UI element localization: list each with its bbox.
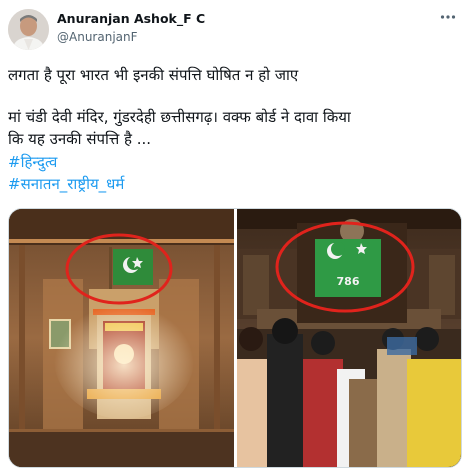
tweet-text-line-2: मां चंडी देवी मंदिर, गुंडरदेही छत्तीसगढ़…: [8, 108, 351, 126]
tweet-header: Anuranjan Ashok_F C @AnuranjanF: [0, 0, 474, 60]
flag-786-text: 786: [337, 275, 360, 288]
hashtag-sanatan[interactable]: #सनातन_राष्ट्रीय_धर्म: [8, 173, 466, 195]
tweet-media[interactable]: 786: [8, 208, 462, 468]
hashtag-hindutva[interactable]: #हिन्दुत्व: [8, 151, 466, 173]
author-handle[interactable]: @AnuranjanF: [57, 30, 138, 44]
temple-interior-photo[interactable]: [9, 209, 234, 467]
temple-crowd-photo[interactable]: 786: [237, 209, 461, 467]
author-name[interactable]: Anuranjan Ashok_F C: [57, 11, 205, 26]
avatar[interactable]: [8, 9, 49, 50]
tweet-text-line-1: लगता है पूरा भारत भी इनकी संपत्ति घोषित …: [8, 66, 299, 84]
more-options-icon[interactable]: [436, 8, 460, 28]
tweet-text-line-3: कि यह उनकी संपत्ति है ...: [8, 130, 152, 148]
avatar-image: [8, 9, 49, 50]
